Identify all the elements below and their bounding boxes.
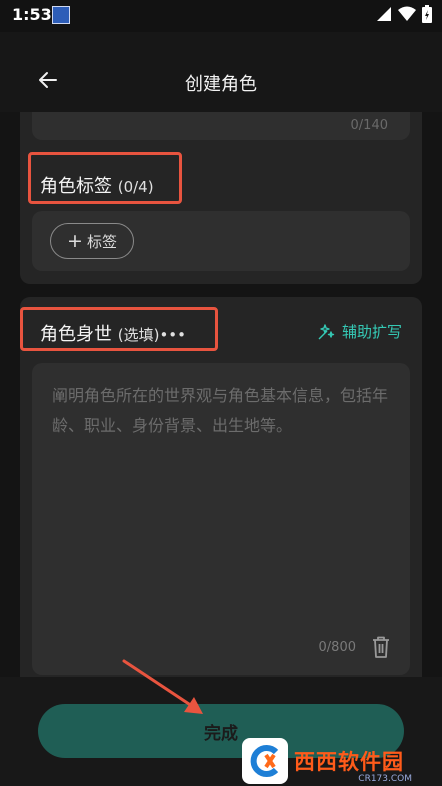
system-icons — [376, 5, 432, 23]
assist-write-button[interactable]: 辅助扩写 — [316, 321, 402, 342]
battery-icon — [422, 5, 432, 23]
watermark: 西西软件园 CR173.COM — [242, 736, 442, 786]
background-textarea[interactable]: 阐明角色所在的世界观与角色基本信息，包括年龄、职业、身份背景、出生地等。 0/8… — [32, 363, 410, 675]
tags-area: + 标签 — [32, 211, 410, 271]
tags-count: (0/4) — [117, 178, 154, 196]
previous-text-field[interactable]: 0/140 — [32, 112, 410, 140]
watermark-site: CR173.COM — [358, 774, 412, 784]
background-label-text: 角色身世 — [40, 324, 112, 345]
background-label: 角色身世 (选填)••• — [40, 320, 186, 346]
watermark-logo-icon — [242, 738, 288, 784]
add-tag-button[interactable]: + 标签 — [50, 223, 134, 259]
background-counter: 0/800 — [318, 640, 356, 655]
status-bar: 1:53 — [0, 0, 442, 32]
signal-icon — [377, 7, 391, 21]
previous-field-counter: 0/140 — [350, 118, 388, 133]
app-bar: 创建角色 — [0, 32, 442, 112]
add-tag-label: 标签 — [86, 232, 117, 251]
tags-label: 角色标签 (0/4) — [40, 172, 154, 198]
notification-icon — [52, 6, 70, 24]
background-placeholder: 阐明角色所在的世界观与角色基本信息，包括年龄、职业、身份背景、出生地等。 — [52, 386, 389, 435]
plus-icon: + — [67, 229, 83, 252]
page-title: 创建角色 — [185, 74, 257, 95]
tags-card: 0/140 角色标签 (0/4) + 标签 — [20, 112, 422, 284]
status-time: 1:53 — [12, 5, 52, 24]
wifi-icon — [398, 6, 416, 21]
background-card: 角色身世 (选填)••• 辅助扩写 阐明角色所在的世界观与角色基本信息，包括年龄… — [20, 297, 422, 677]
tags-label-text: 角色标签 — [40, 176, 112, 197]
magic-wand-icon — [318, 323, 335, 339]
watermark-brand: 西西软件园 — [294, 750, 404, 774]
background-optional: (选填)••• — [117, 326, 186, 344]
trash-icon[interactable] — [370, 635, 392, 659]
assist-write-label: 辅助扩写 — [341, 323, 402, 341]
done-label: 完成 — [204, 723, 238, 744]
